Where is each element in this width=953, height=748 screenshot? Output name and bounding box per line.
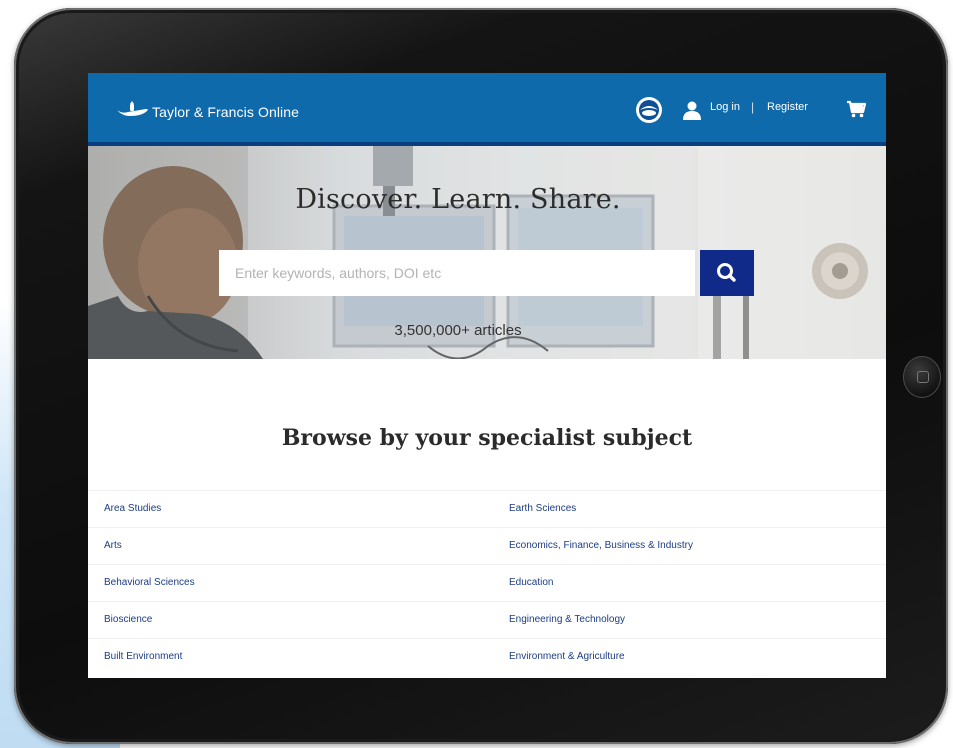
subject-row: Bioscience Engineering & Technology [88, 601, 886, 638]
subject-list: Area Studies Earth Sciences Arts Economi… [88, 490, 886, 675]
tablet-home-button [903, 356, 941, 398]
subject-link-engineering[interactable]: Engineering & Technology [509, 614, 625, 625]
subject-link-area-studies[interactable]: Area Studies [104, 503, 161, 514]
cart-icon[interactable] [846, 100, 867, 123]
subject-link-earth-sciences[interactable]: Earth Sciences [509, 503, 576, 514]
header-separator: | [751, 100, 755, 114]
search-input[interactable] [219, 250, 695, 296]
subject-link-environment-agriculture[interactable]: Environment & Agriculture [509, 651, 625, 662]
subject-link-economics[interactable]: Economics, Finance, Business & Industry [509, 540, 693, 551]
subject-row: Area Studies Earth Sciences [88, 490, 886, 527]
subject-link-behavioral-sciences[interactable]: Behavioral Sciences [104, 577, 195, 588]
user-icon[interactable] [682, 100, 702, 125]
hero-banner: Discover. Learn. Share. 3,500,000+ artic… [88, 146, 886, 359]
hero-title: Discover. Learn. Share. [295, 184, 621, 215]
brand-name[interactable]: Taylor & Francis Online [152, 104, 299, 120]
login-link[interactable]: Log in [710, 101, 740, 113]
site-header: Taylor & Francis Online Log in | Registe… [88, 73, 886, 146]
tablet-screen: Taylor & Francis Online Log in | Registe… [88, 73, 886, 678]
globe-icon[interactable] [635, 96, 663, 124]
subject-row: Built Environment Environment & Agricult… [88, 638, 886, 675]
article-count: 3,500,000+ articles [394, 322, 522, 339]
lamp-icon[interactable] [116, 101, 150, 124]
search-icon [717, 263, 736, 282]
subject-link-arts[interactable]: Arts [104, 540, 122, 551]
subject-row: Behavioral Sciences Education [88, 564, 886, 601]
subject-link-education[interactable]: Education [509, 577, 553, 588]
browse-title: Browse by your specialist subject [281, 425, 693, 451]
subject-row: Arts Economics, Finance, Business & Indu… [88, 527, 886, 564]
subject-link-bioscience[interactable]: Bioscience [104, 614, 152, 625]
search-button[interactable] [700, 250, 754, 296]
register-link[interactable]: Register [767, 101, 808, 113]
subject-link-built-environment[interactable]: Built Environment [104, 651, 182, 662]
